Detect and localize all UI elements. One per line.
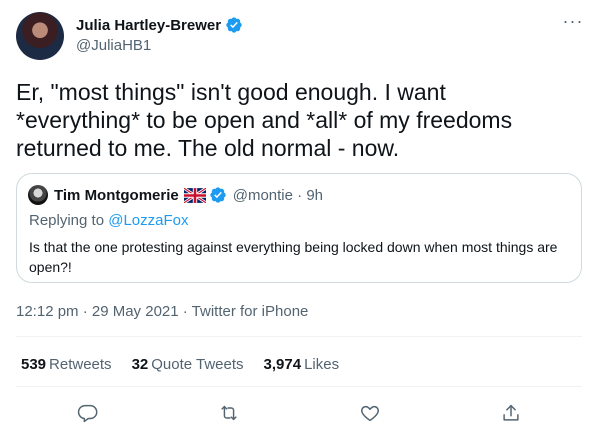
quote-tweets-stat[interactable]: 32 Quote Tweets	[132, 356, 244, 373]
quoted-tweet-text: Is that the one protesting against every…	[29, 239, 558, 275]
replying-to-prefix: Replying to	[29, 212, 109, 229]
divider	[16, 336, 582, 337]
uk-flag-icon	[183, 187, 206, 203]
author-avatar[interactable]	[16, 12, 64, 60]
quoted-tweet[interactable]: Tim Montgomerie @montie · 9h Replying to…	[16, 173, 582, 283]
author-name-row[interactable]: Julia Hartley-Brewer	[76, 16, 243, 34]
quoted-author-handle: @montie · 9h	[232, 186, 323, 204]
quoted-author-name: Tim Montgomerie	[54, 186, 179, 204]
retweets-stat[interactable]: 539 Retweets	[21, 356, 112, 373]
replying-to-link[interactable]: @LozzaFox	[108, 212, 188, 229]
retweets-label: Retweets	[49, 356, 112, 373]
likes-stat[interactable]: 3,974 Likes	[264, 356, 340, 373]
likes-label: Likes	[304, 356, 340, 373]
divider	[16, 386, 582, 387]
quote-tweets-count: 32	[131, 356, 149, 373]
author-name[interactable]: Julia Hartley-Brewer	[76, 17, 221, 34]
tweet-timestamp[interactable]: 12:12 pm · 29 May 2021 ·	[16, 303, 192, 320]
tweet-metadata: 12:12 pm · 29 May 2021 · Twitter for iPh…	[16, 303, 308, 320]
tweet-source[interactable]: Twitter for iPhone	[192, 303, 309, 320]
more-icon[interactable]: ···	[562, 12, 584, 34]
like-icon[interactable]	[359, 402, 381, 424]
engagement-stats: 539 Retweets 32 Quote Tweets 3,974 Likes	[21, 356, 359, 373]
retweets-count: 539	[21, 356, 47, 373]
quote-tweets-label: Quote Tweets	[151, 356, 244, 373]
tweet-text: Er, "most things" isn't good enough. I w…	[16, 79, 513, 161]
quoted-author-avatar	[28, 185, 48, 205]
share-icon[interactable]	[500, 402, 522, 424]
likes-count: 3,974	[263, 356, 302, 373]
verified-badge-icon	[226, 17, 242, 33]
tweet: Julia Hartley-Brewer @JuliaHB1 ··· Er, "…	[0, 0, 598, 439]
quoted-tweet-header: Tim Montgomerie @montie · 9h	[54, 186, 323, 204]
action-bar	[0, 400, 598, 430]
retweet-icon[interactable]	[218, 402, 240, 424]
quoted-replying-to: Replying to @LozzaFox	[29, 212, 188, 229]
verified-badge-icon	[210, 187, 226, 203]
reply-icon[interactable]	[77, 402, 99, 424]
author-handle[interactable]: @JuliaHB1	[76, 37, 151, 54]
